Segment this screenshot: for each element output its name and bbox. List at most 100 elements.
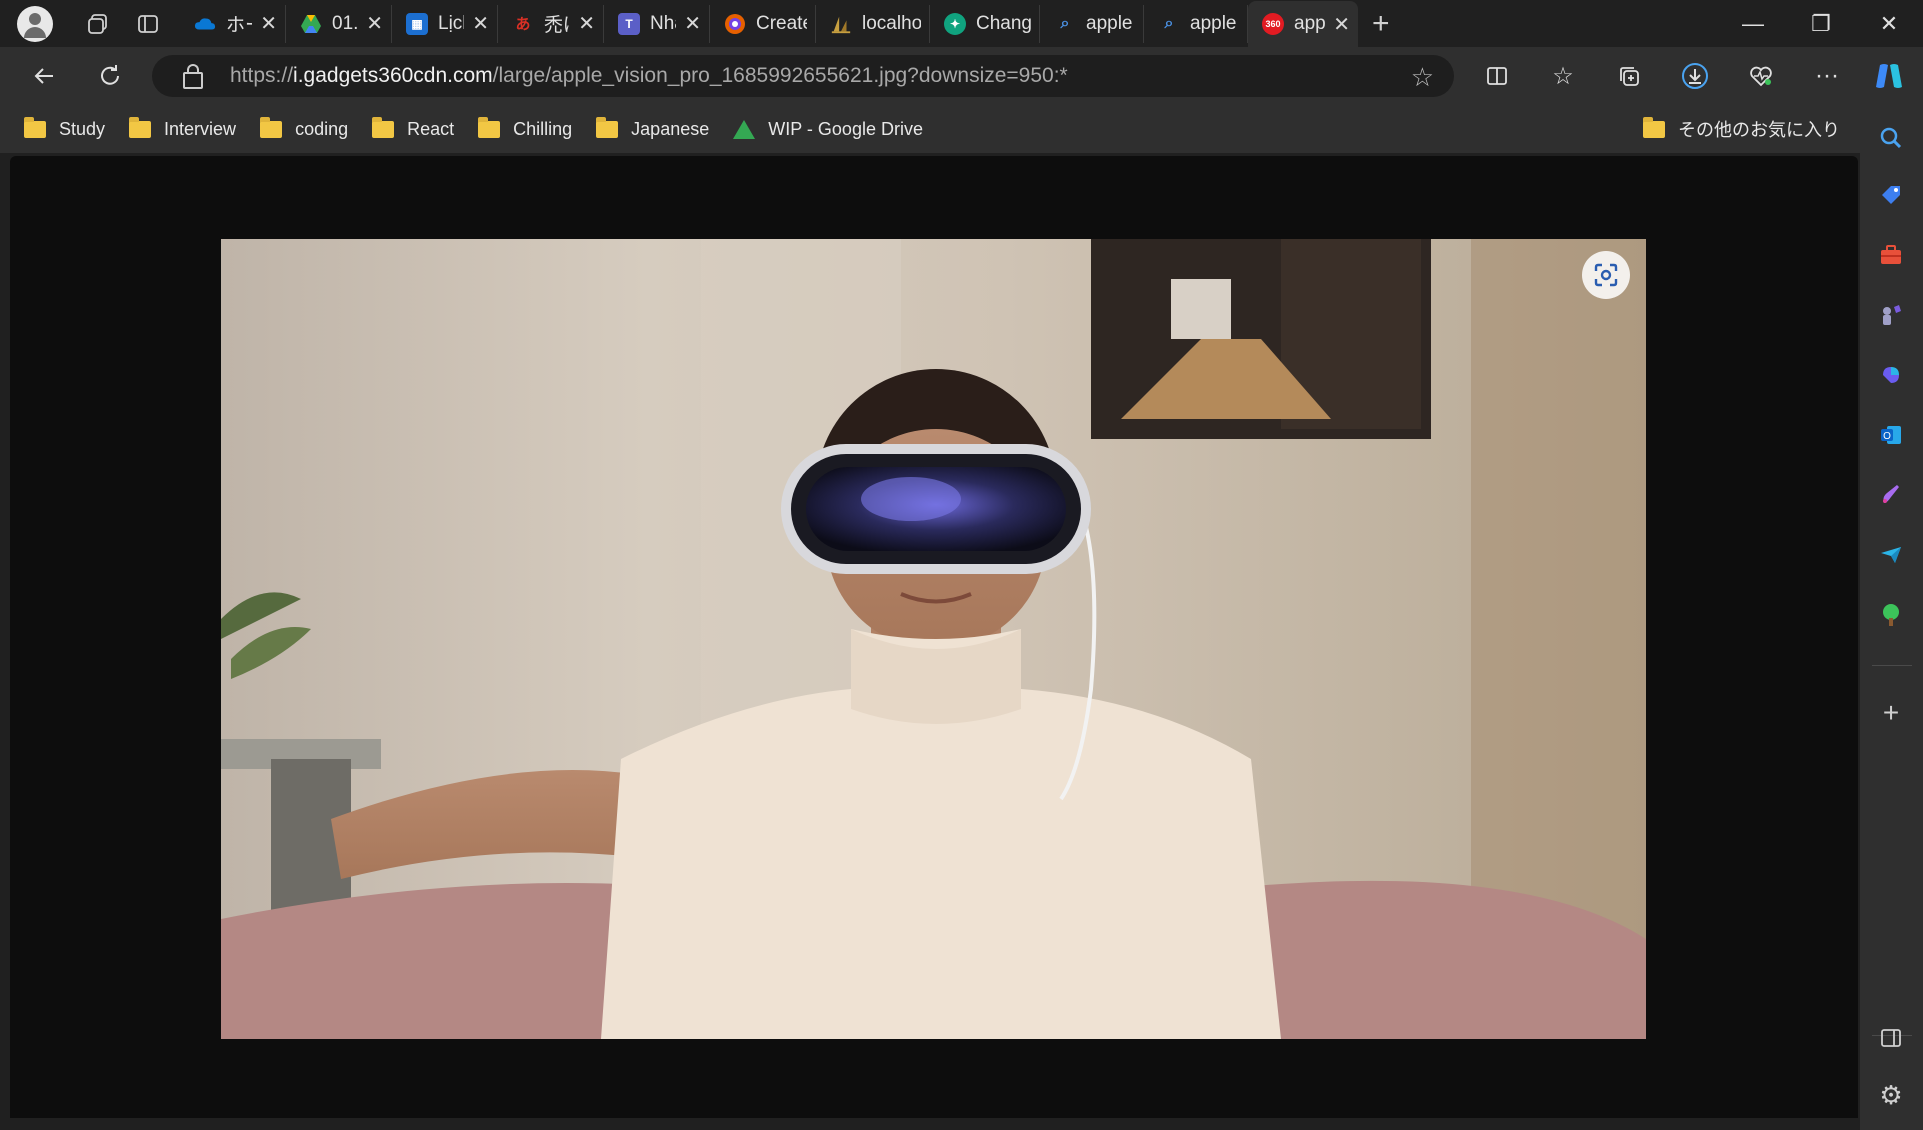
url-text[interactable]: https://i.gadgets360cdn.com/large/apple_…: [230, 64, 1068, 88]
folder-icon: [596, 116, 619, 138]
google-drive-icon: [300, 13, 322, 35]
bookmark-label: coding: [295, 118, 349, 139]
bookmark-label: Chilling: [513, 118, 573, 139]
copilot-sidebar-icon[interactable]: [1876, 360, 1906, 390]
address-bar[interactable]: https://i.gadgets360cdn.com/large/apple_…: [152, 55, 1454, 97]
tab-title: Change S: [976, 12, 1031, 34]
lock-icon[interactable]: [183, 63, 203, 89]
bookmark-wip-google-drive[interactable]: WIP - Google Drive: [733, 119, 923, 140]
tab-google-drive[interactable]: 01. I ✕: [286, 4, 392, 43]
image-viewer: [10, 156, 1858, 1118]
tab-search-2[interactable]: ⌕ apple vis: [1144, 4, 1248, 43]
folder-icon: [129, 116, 152, 138]
shopping-tag-icon[interactable]: [1876, 180, 1906, 210]
teams-icon: T: [618, 12, 640, 35]
window-controls: — ❐ ✕: [1719, 0, 1923, 47]
visual-search-icon: [1594, 263, 1618, 287]
hiragana-icon: あ: [515, 16, 531, 33]
search-icon: ⌕: [1164, 14, 1174, 32]
tab-title: 禿げ: [544, 15, 570, 36]
navigation-bar: https://i.gadgets360cdn.com/large/apple_…: [0, 47, 1923, 105]
favorite-star-icon[interactable]: ☆: [1411, 62, 1434, 93]
workspaces-icon[interactable]: [78, 4, 118, 44]
bookmark-label: Japanese: [631, 118, 710, 139]
svg-text:O: O: [1883, 431, 1891, 442]
close-icon[interactable]: ✕: [1333, 12, 1350, 37]
edge-sidebar: O + ⚙: [1860, 105, 1923, 1130]
bookmark-chilling[interactable]: Chilling: [478, 116, 573, 140]
bookmark-react[interactable]: React: [372, 116, 455, 140]
tab-title: Nhậ: [650, 12, 676, 34]
refresh-button[interactable]: [90, 56, 130, 96]
close-icon[interactable]: ✕: [260, 11, 277, 36]
close-icon[interactable]: ✕: [578, 11, 595, 36]
sidebar-divider: [1872, 665, 1912, 666]
tab-japanese[interactable]: あ 禿げ ✕: [498, 4, 604, 43]
tab-calendar[interactable]: ▦ Lịch ✕: [392, 4, 498, 43]
tab-localhost[interactable]: localhost: [816, 4, 930, 43]
tab-title: appl: [1294, 13, 1326, 34]
more-options-icon[interactable]: ···: [1807, 56, 1847, 96]
tab-create-blog[interactable]: Create bl: [710, 4, 816, 43]
tab-search-1[interactable]: ⌕ apple vis: [1040, 4, 1144, 43]
copilot-icon[interactable]: [1869, 56, 1909, 96]
folder-icon: [372, 116, 395, 138]
tools-icon[interactable]: [1876, 240, 1906, 270]
tab-title: localhost: [862, 12, 921, 34]
gadgets360-icon: 360: [1262, 13, 1284, 35]
close-icon[interactable]: ✕: [472, 11, 489, 36]
favorites-icon[interactable]: ☆: [1543, 56, 1583, 96]
folder-icon: [478, 116, 501, 138]
chatgpt-icon: ✦: [944, 12, 966, 35]
hide-sidebar-icon[interactable]: [1876, 1023, 1906, 1053]
folder-icon: [1643, 116, 1665, 138]
restore-button[interactable]: ❐: [1787, 0, 1855, 47]
google-drive-icon: [733, 119, 756, 139]
tab-chatgpt[interactable]: ✦ Change S: [930, 4, 1040, 43]
onedrive-icon: [194, 13, 216, 35]
settings-gear-icon[interactable]: ⚙: [1876, 1080, 1906, 1110]
close-window-button[interactable]: ✕: [1855, 0, 1923, 47]
designer-icon[interactable]: [1876, 480, 1906, 510]
visual-search-button[interactable]: [1582, 251, 1630, 299]
minimize-button[interactable]: —: [1719, 0, 1787, 47]
tab-title: apple vis: [1086, 12, 1135, 34]
profile-avatar[interactable]: [17, 5, 53, 42]
outlook-icon[interactable]: O: [1876, 420, 1906, 450]
tree-icon[interactable]: [1876, 600, 1906, 630]
apple-vision-pro-photo[interactable]: [221, 239, 1646, 1039]
downloads-icon[interactable]: [1675, 56, 1715, 96]
bookmark-label: Study: [59, 118, 106, 139]
other-favorites-label: その他のお気に入り: [1678, 120, 1840, 140]
games-icon[interactable]: [1876, 300, 1906, 330]
tab-title: Create bl: [756, 12, 807, 34]
new-tab-button[interactable]: +: [1372, 7, 1390, 41]
tab-teams[interactable]: T Nhậ ✕: [604, 4, 710, 43]
split-screen-icon[interactable]: [1477, 56, 1517, 96]
bookmark-interview[interactable]: Interview: [129, 116, 236, 140]
tab-onedrive[interactable]: ホーム ✕: [180, 4, 286, 43]
browser-essentials-icon[interactable]: [1741, 56, 1781, 96]
search-icon: ⌕: [1060, 14, 1070, 32]
bookmark-japanese[interactable]: Japanese: [596, 116, 710, 140]
send-icon[interactable]: [1876, 540, 1906, 570]
bookmark-label: React: [407, 118, 455, 139]
tab-title: 01. I: [332, 12, 359, 34]
close-icon[interactable]: ✕: [366, 11, 383, 36]
collections-icon[interactable]: [1609, 56, 1649, 96]
vertical-tabs-icon[interactable]: [128, 4, 168, 44]
calendar-icon: ▦: [406, 12, 428, 35]
search-icon[interactable]: [1876, 123, 1906, 153]
bookmark-study[interactable]: Study: [24, 116, 106, 140]
tab-title: ホーム: [226, 15, 252, 36]
close-icon[interactable]: ✕: [684, 11, 701, 36]
bookmarks-bar: Study Interview coding React Chilling Ja…: [0, 105, 1860, 153]
back-button[interactable]: [24, 56, 64, 96]
refresh-icon: [101, 65, 119, 85]
tab-strip: ホーム ✕ 01. I ✕ ▦ Lịch ✕ あ 禿げ ✕ T Nhậ ✕ Create …: [0, 0, 1923, 47]
tab-gadgets360-active[interactable]: 360 appl ✕: [1248, 1, 1358, 47]
add-sidebar-app-button[interactable]: +: [1876, 697, 1906, 728]
other-favorites[interactable]: その他のお気に入り: [1643, 116, 1840, 142]
folder-icon: [260, 116, 283, 138]
bookmark-coding[interactable]: coding: [260, 116, 349, 140]
